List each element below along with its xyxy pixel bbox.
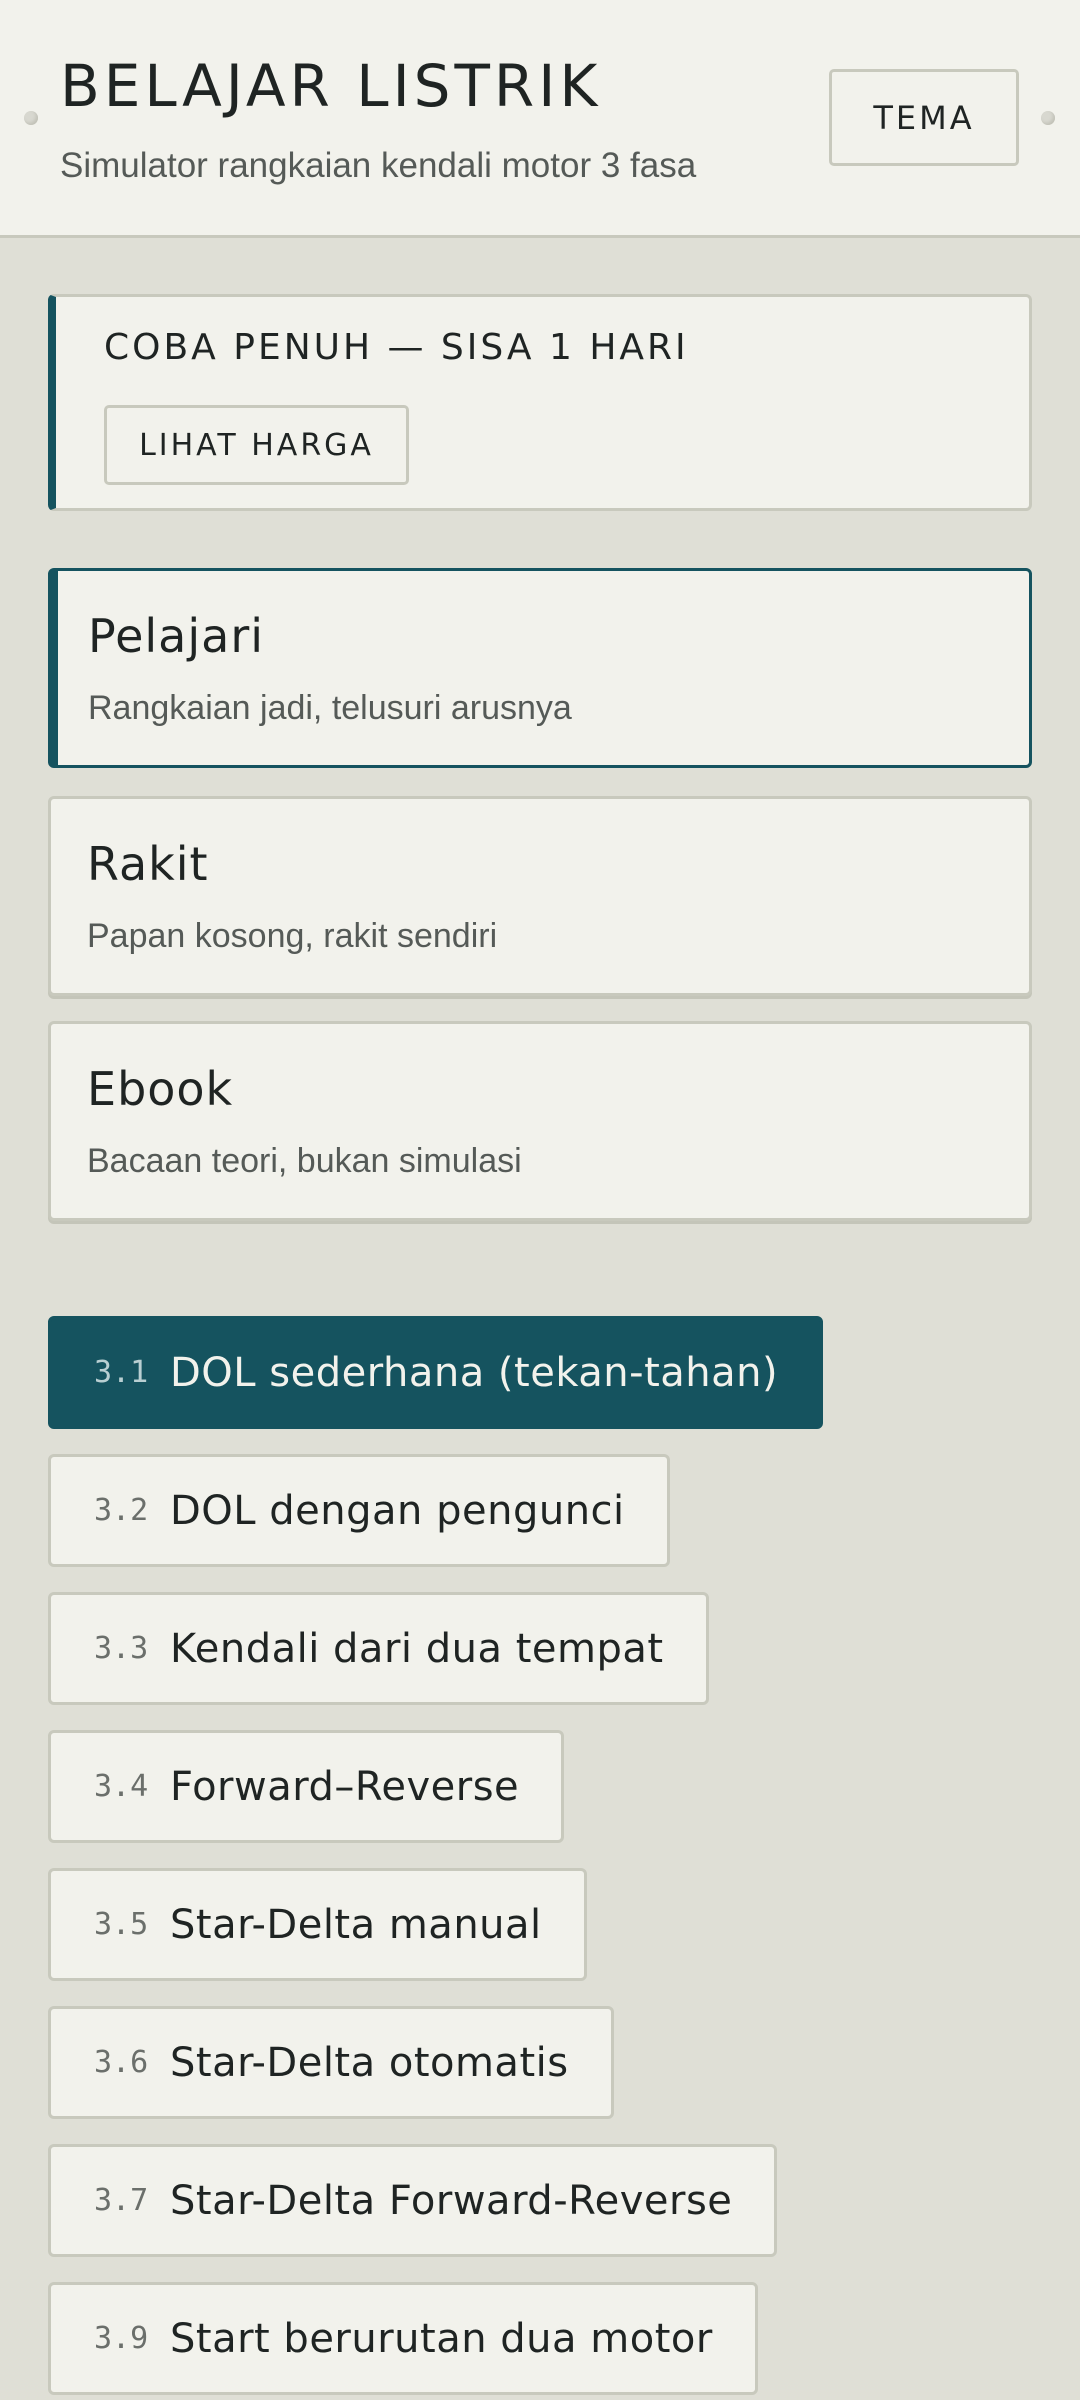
lesson-number: 3.9 bbox=[94, 2321, 149, 2356]
lesson-title: DOL sederhana (tekan-tahan) bbox=[170, 1349, 779, 1396]
lesson-title: Kendali dari dua tempat bbox=[170, 1625, 664, 1672]
lesson-list: 3.1 DOL sederhana (tekan-tahan) 3.2 DOL … bbox=[48, 1316, 1032, 2400]
mode-title: Rakit bbox=[87, 837, 209, 891]
mode-title: Pelajari bbox=[88, 609, 265, 663]
lesson-number: 3.5 bbox=[94, 1907, 149, 1942]
mode-title: Ebook bbox=[87, 1062, 234, 1116]
rivet-decoration bbox=[1041, 111, 1055, 125]
mode-card-rakit[interactable]: Rakit Papan kosong, rakit sendiri bbox=[48, 796, 1032, 996]
lesson-item-3-5[interactable]: 3.5 Star-Delta manual bbox=[48, 1868, 587, 1981]
lesson-item-3-3[interactable]: 3.3 Kendali dari dua tempat bbox=[48, 1592, 709, 1705]
lesson-number: 3.3 bbox=[94, 1631, 149, 1666]
trial-status-text: COBA PENUH — SISA 1 HARI bbox=[104, 327, 689, 368]
lesson-title: Star-Delta otomatis bbox=[170, 2039, 569, 2086]
app-title: BELAJAR LISTRIK bbox=[60, 52, 602, 120]
lesson-item-3-7[interactable]: 3.7 Star-Delta Forward-Reverse bbox=[48, 2144, 778, 2257]
trial-banner: COBA PENUH — SISA 1 HARI LIHAT HARGA bbox=[48, 294, 1032, 511]
app-header: BELAJAR LISTRIK Simulator rangkaian kend… bbox=[0, 0, 1080, 238]
lesson-item-3-6[interactable]: 3.6 Star-Delta otomatis bbox=[48, 2006, 614, 2119]
mode-card-pelajari[interactable]: Pelajari Rangkaian jadi, telusuri arusny… bbox=[48, 568, 1032, 768]
lesson-title: Start berurutan dua motor bbox=[170, 2315, 713, 2362]
mode-description: Papan kosong, rakit sendiri bbox=[87, 917, 498, 955]
lesson-item-3-4[interactable]: 3.4 Forward–Reverse bbox=[48, 1730, 565, 1843]
theme-button[interactable]: TEMA bbox=[829, 69, 1019, 166]
lesson-number: 3.2 bbox=[94, 1493, 149, 1528]
lesson-number: 3.7 bbox=[94, 2183, 149, 2218]
lesson-title: DOL dengan pengunci bbox=[170, 1487, 625, 1534]
lesson-item-3-9[interactable]: 3.9 Start berurutan dua motor bbox=[48, 2282, 758, 2395]
mode-description: Rangkaian jadi, telusuri arusnya bbox=[88, 689, 572, 727]
mode-description: Bacaan teori, bukan simulasi bbox=[87, 1142, 522, 1180]
lesson-item-3-1[interactable]: 3.1 DOL sederhana (tekan-tahan) bbox=[48, 1316, 824, 1429]
lesson-number: 3.4 bbox=[94, 1769, 149, 1804]
app-subtitle: Simulator rangkaian kendali motor 3 fasa bbox=[60, 146, 697, 185]
lesson-item-3-2[interactable]: 3.2 DOL dengan pengunci bbox=[48, 1454, 670, 1567]
lesson-number: 3.1 bbox=[94, 1355, 149, 1390]
lesson-title: Forward–Reverse bbox=[170, 1763, 520, 1810]
mode-card-ebook[interactable]: Ebook Bacaan teori, bukan simulasi bbox=[48, 1021, 1032, 1221]
lesson-title: Star-Delta Forward-Reverse bbox=[170, 2177, 733, 2224]
view-pricing-button[interactable]: LIHAT HARGA bbox=[104, 405, 409, 485]
lesson-number: 3.6 bbox=[94, 2045, 149, 2080]
rivet-decoration bbox=[24, 111, 38, 125]
lesson-title: Star-Delta manual bbox=[170, 1901, 542, 1948]
